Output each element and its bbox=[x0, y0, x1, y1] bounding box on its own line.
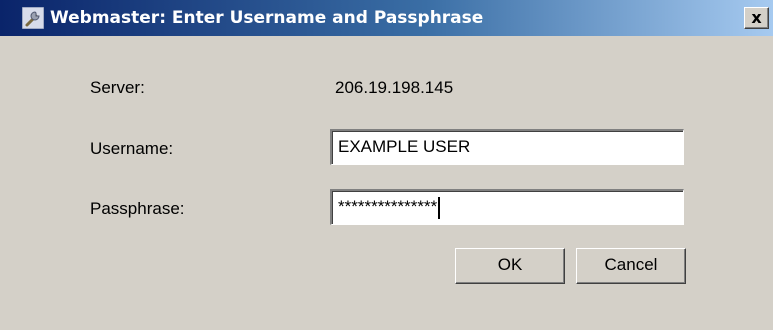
server-label: Server: bbox=[90, 78, 145, 97]
username-field[interactable]: EXAMPLE USER bbox=[330, 129, 684, 165]
window-title: Webmaster: Enter Username and Passphrase bbox=[50, 8, 484, 28]
close-button[interactable]: x bbox=[744, 7, 769, 29]
title-bar[interactable]: Webmaster: Enter Username and Passphrase… bbox=[0, 0, 773, 36]
username-label: Username: bbox=[90, 139, 174, 158]
close-icon: x bbox=[751, 8, 762, 27]
ok-button[interactable]: OK bbox=[455, 248, 565, 284]
server-value: 206.19.198.145 bbox=[335, 78, 454, 97]
text-caret bbox=[438, 196, 441, 219]
passphrase-field[interactable]: *************** bbox=[330, 189, 684, 225]
cancel-button[interactable]: Cancel bbox=[576, 248, 686, 284]
username-value: EXAMPLE USER bbox=[338, 137, 471, 156]
ok-button-label: OK bbox=[497, 255, 523, 274]
cancel-button-label: Cancel bbox=[604, 255, 658, 274]
passphrase-label: Passphrase: bbox=[90, 199, 185, 218]
passphrase-value: *************** bbox=[338, 197, 438, 216]
login-dialog: Webmaster: Enter Username and Passphrase… bbox=[0, 0, 773, 330]
wrench-icon bbox=[21, 6, 45, 30]
